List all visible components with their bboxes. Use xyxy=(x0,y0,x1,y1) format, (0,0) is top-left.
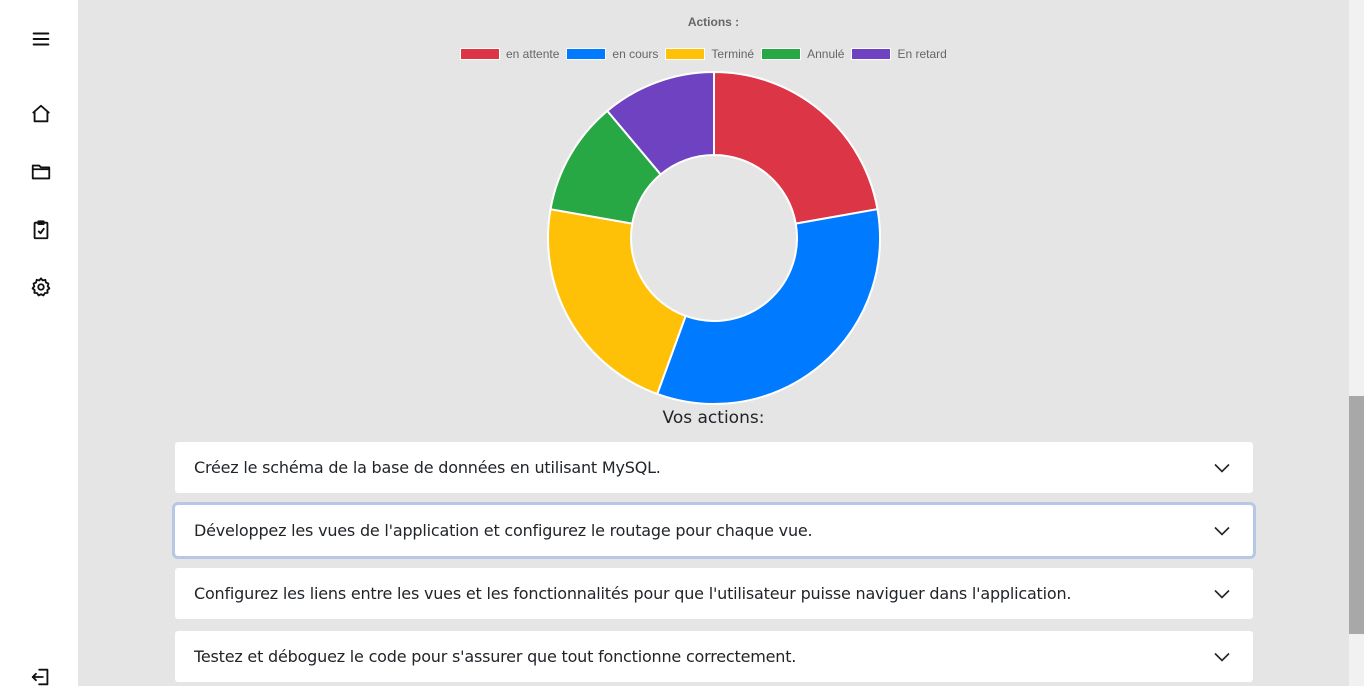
section-title: Vos actions: xyxy=(662,408,765,428)
legend-swatch xyxy=(460,48,500,60)
legend-item[interactable]: Terminé xyxy=(665,47,754,61)
legend-swatch xyxy=(761,48,802,60)
legend-swatch xyxy=(665,48,706,60)
legend-label: Annulé xyxy=(807,47,845,61)
chevron-down-icon xyxy=(1214,463,1230,473)
donut-slice-en-cours[interactable] xyxy=(655,208,881,405)
legend-label: Terminé xyxy=(711,47,755,61)
legend-item[interactable]: en cours xyxy=(566,47,658,61)
donut-slice-termin-[interactable] xyxy=(547,208,687,396)
legend-item[interactable]: Annulé xyxy=(761,47,844,61)
donut-slice-en-attente[interactable] xyxy=(713,71,879,225)
home-icon[interactable] xyxy=(28,101,54,127)
main-content: Actions : en attente en cours Terminé Annul… xyxy=(78,0,1349,686)
chart-legend: en attente en cours Terminé Annulé En retard xyxy=(460,47,954,61)
action-item[interactable]: Testez et déboguez le code pour s'assure… xyxy=(175,631,1253,682)
action-item[interactable]: Créez le schéma de la base de données en… xyxy=(175,442,1253,493)
gear-icon[interactable] xyxy=(28,274,54,300)
legend-label: en attente xyxy=(506,47,560,61)
action-item[interactable]: Configurez les liens entre les vues et l… xyxy=(175,568,1253,619)
legend-label: En retard xyxy=(897,47,947,61)
chart-title: Actions : xyxy=(687,15,740,29)
legend-item[interactable]: En retard xyxy=(851,47,947,61)
action-item-label: Créez le schéma de la base de données en… xyxy=(194,458,661,477)
chevron-down-icon xyxy=(1214,589,1230,599)
sidebar xyxy=(0,0,78,686)
chevron-down-icon xyxy=(1214,652,1230,662)
hamburger-icon[interactable] xyxy=(28,26,54,52)
action-item[interactable]: Développez les vues de l'application et … xyxy=(175,505,1253,556)
clipboard-check-icon[interactable] xyxy=(28,217,54,243)
action-item-label: Testez et déboguez le code pour s'assure… xyxy=(194,647,797,666)
action-item-label: Développez les vues de l'application et … xyxy=(194,521,813,540)
legend-swatch xyxy=(851,48,892,60)
legend-item[interactable]: en attente xyxy=(460,47,559,61)
donut-chart xyxy=(547,71,881,405)
chevron-down-icon xyxy=(1214,526,1230,536)
scrollbar-thumb[interactable] xyxy=(1349,396,1364,634)
folder-icon[interactable] xyxy=(28,159,54,185)
legend-swatch xyxy=(566,48,607,60)
action-item-label: Configurez les liens entre les vues et l… xyxy=(194,584,1072,603)
logout-icon[interactable] xyxy=(28,664,54,686)
legend-label: en cours xyxy=(612,47,659,61)
